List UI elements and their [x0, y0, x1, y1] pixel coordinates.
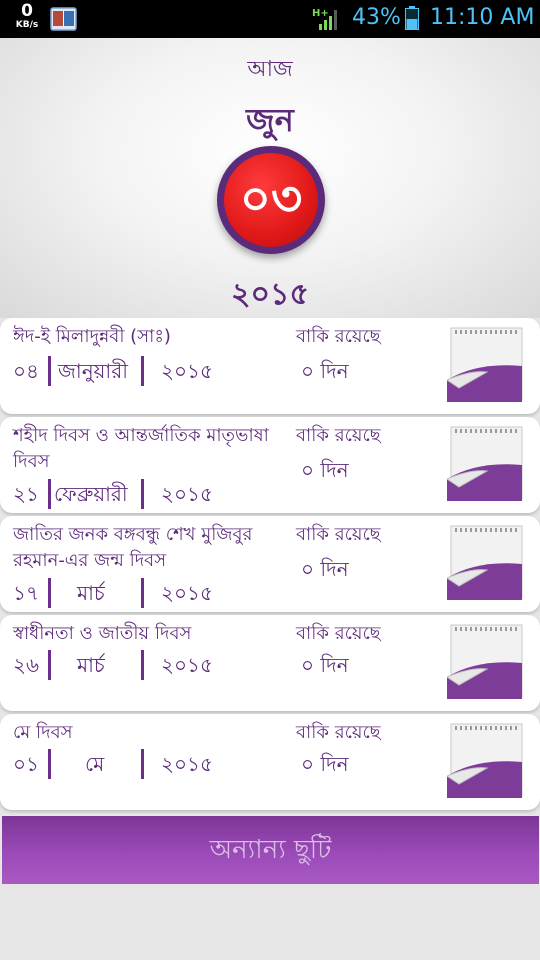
holiday-month: মার্চ — [77, 653, 105, 677]
remaining-days: ০ দিন — [301, 653, 349, 677]
date-separator — [141, 650, 144, 680]
calendar-page-icon — [447, 426, 523, 501]
remaining-days: ০ দিন — [301, 557, 349, 581]
holiday-month: মে — [85, 752, 105, 776]
holiday-card[interactable]: স্বাধীনতা ও জাতীয় দিবস ২৬ মার্চ ২০১৫ বা… — [0, 615, 540, 711]
remaining-days: ০ দিন — [301, 359, 349, 383]
holiday-month: জানুয়ারী — [58, 359, 128, 383]
holiday-name: শহীদ দিবস ও আন্তর্জাতিক মাতৃভাষা দিবস — [13, 425, 269, 472]
current-day-badge: ০৩ — [217, 146, 325, 254]
remaining-label: বাকি রয়েছে — [296, 623, 381, 644]
status-bar: 0 KB/s H+ 43% 11:10 AM — [0, 0, 540, 38]
date-separator — [48, 356, 51, 386]
network-speed-value: 0 — [21, 1, 33, 21]
holiday-name: মে দিবস — [13, 722, 73, 743]
calendar-page-icon — [447, 525, 523, 600]
signal-type-label: H+ — [312, 8, 329, 19]
today-label: আজ — [247, 57, 293, 82]
network-speed: 0 KB/s — [12, 3, 42, 31]
other-holidays-button[interactable]: অন্যান্য ছুটি — [2, 816, 539, 884]
date-separator — [141, 578, 144, 608]
holiday-date: ০৪ জানুয়ারী ২০১৫ — [13, 356, 303, 386]
date-separator — [48, 749, 51, 779]
book-calendar-icon — [50, 7, 77, 31]
remaining-days: ০ দিন — [301, 752, 349, 776]
date-separator — [48, 479, 51, 509]
remaining-days: ০ দিন — [301, 458, 349, 482]
holiday-name: স্বাধীনতা ও জাতীয় দিবস — [13, 623, 192, 644]
battery-percent: 43% — [352, 5, 401, 30]
calendar-page-icon — [447, 624, 523, 699]
current-day: ০৩ — [224, 153, 318, 247]
holiday-card[interactable]: ঈদ-ই মিলাদুন্নবী (সাঃ) ০৪ জানুয়ারী ২০১৫… — [0, 318, 540, 414]
holiday-day: ২৬ — [13, 653, 40, 677]
remaining-label: বাকি রয়েছে — [296, 722, 381, 743]
holiday-name: জাতির জনক বঙ্গবন্ধু শেখ মুজিবুর রহমান-এর… — [13, 524, 253, 571]
holiday-day: ০৪ — [13, 359, 39, 383]
date-separator — [48, 650, 51, 680]
holiday-date: ১৭ মার্চ ২০১৫ — [13, 578, 303, 608]
holiday-year: ২০১৫ — [161, 359, 213, 383]
holiday-day: ০১ — [13, 752, 39, 776]
holiday-year: ২০১৫ — [161, 482, 213, 506]
holiday-date: ০১ মে ২০১৫ — [13, 749, 303, 779]
clock-time: 11:10 AM — [430, 5, 535, 30]
current-year: ২০১৫ — [231, 277, 309, 312]
signal-strength-icon: H+ — [312, 8, 337, 30]
holiday-day: ১৭ — [13, 581, 39, 605]
network-speed-unit: KB/s — [15, 20, 39, 30]
holiday-date: ২৬ মার্চ ২০১৫ — [13, 650, 303, 680]
remaining-label: বাকি রয়েছে — [296, 524, 381, 545]
battery-icon — [405, 6, 419, 30]
holiday-card[interactable]: শহীদ দিবস ও আন্তর্জাতিক মাতৃভাষা দিবস ২১… — [0, 417, 540, 513]
calendar-page-icon — [447, 327, 523, 402]
date-separator — [141, 356, 144, 386]
holiday-day: ২১ — [13, 482, 39, 506]
remaining-label: বাকি রয়েছে — [296, 425, 381, 446]
holiday-year: ২০১৫ — [161, 581, 213, 605]
date-separator — [48, 578, 51, 608]
date-separator — [141, 749, 144, 779]
holiday-year: ২০১৫ — [161, 752, 213, 776]
holiday-card[interactable]: জাতির জনক বঙ্গবন্ধু শেখ মুজিবুর রহমান-এর… — [0, 516, 540, 612]
holiday-year: ২০১৫ — [161, 653, 213, 677]
holiday-name: ঈদ-ই মিলাদুন্নবী (সাঃ) — [13, 326, 171, 347]
calendar-page-icon — [447, 723, 523, 798]
holiday-month: ফেব্রুয়ারী — [54, 482, 128, 506]
holiday-date: ২১ ফেব্রুয়ারী ২০১৫ — [13, 479, 303, 509]
date-separator — [141, 479, 144, 509]
holiday-card[interactable]: মে দিবস ০১ মে ২০১৫ বাকি রয়েছে ০ দিন — [0, 714, 540, 810]
remaining-label: বাকি রয়েছে — [296, 326, 381, 347]
current-month: জুন — [246, 101, 294, 139]
holiday-month: মার্চ — [77, 581, 105, 605]
